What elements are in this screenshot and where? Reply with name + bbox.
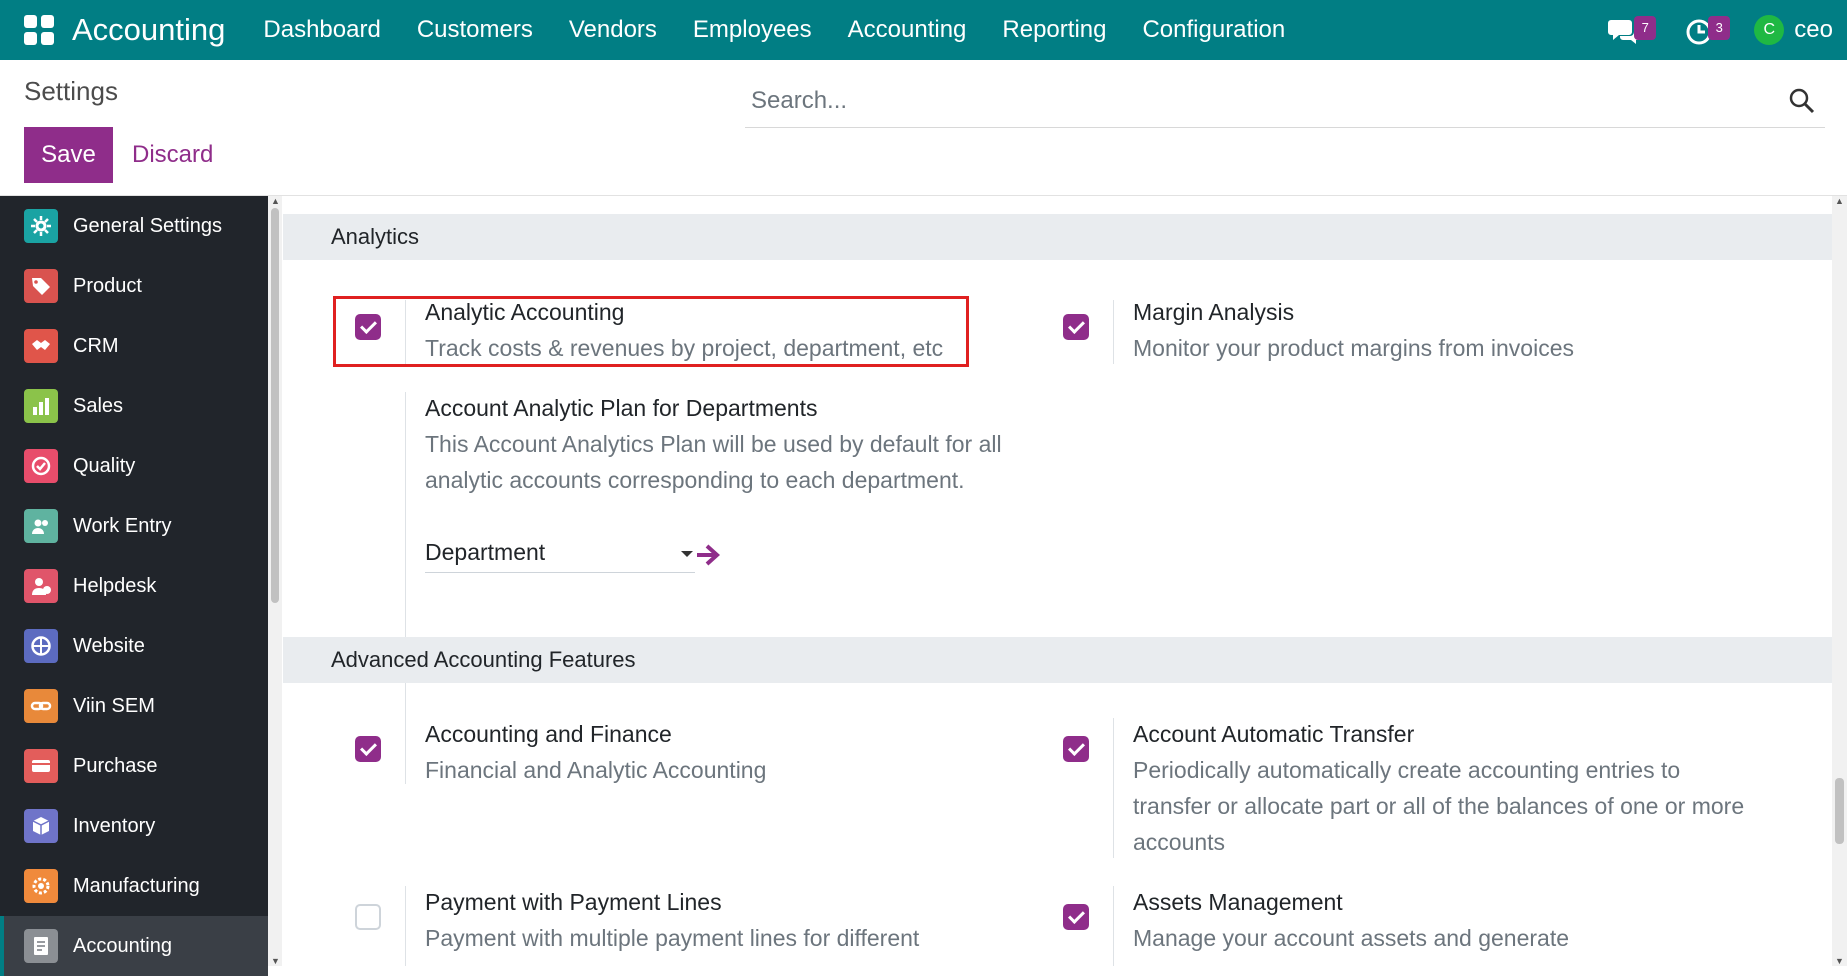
gear-icon: [24, 209, 58, 243]
top-navbar: Accounting Dashboard Customers Vendors E…: [0, 0, 1847, 60]
app-brand[interactable]: Accounting: [72, 12, 225, 48]
auto-transfer-desc: Periodically automatically create accoun…: [1133, 757, 1745, 855]
sidebar-item-accounting[interactable]: Accounting: [0, 916, 268, 976]
sidebar-scrollbar[interactable]: ▲ ▼: [268, 196, 282, 966]
sidebar-item-label: Product: [73, 274, 142, 297]
analytic-accounting-title: Analytic Accounting: [425, 299, 625, 325]
check-badge-icon: [24, 449, 58, 483]
link-icon: [24, 689, 58, 723]
people-icon: [24, 509, 58, 543]
user-name[interactable]: ceo: [1794, 16, 1833, 44]
analytic-accounting-checkbox[interactable]: [355, 314, 381, 340]
accounting-finance-checkbox[interactable]: [355, 736, 381, 762]
messages-button[interactable]: 7: [1606, 10, 1657, 50]
assets-title: Assets Management: [1133, 889, 1343, 915]
box-icon: [24, 809, 58, 843]
sidebar-item-label: CRM: [73, 334, 119, 357]
sidebar-item-label: Work Entry: [73, 514, 172, 537]
section-analytics-title: Analytics: [283, 214, 1832, 260]
nav-customers[interactable]: Customers: [417, 16, 533, 44]
support-icon: [24, 569, 58, 603]
messages-badge: 7: [1634, 16, 1657, 40]
sidebar-item-label: Viin SEM: [73, 694, 155, 717]
sidebar-item-label: Quality: [73, 454, 136, 477]
activities-badge: 3: [1708, 16, 1731, 40]
globe-icon: [24, 629, 58, 663]
settings-sidebar: General Settings Product CRM Sales Quality Wo…: [0, 196, 268, 976]
sidebar-item-label: Helpdesk: [73, 574, 157, 597]
arrow-right-icon[interactable]: [695, 542, 723, 568]
plan-departments-desc: This Account Analytics Plan will be used…: [425, 431, 1002, 493]
nav-configuration[interactable]: Configuration: [1142, 16, 1285, 44]
avatar[interactable]: C: [1754, 15, 1785, 45]
cog-icon: [24, 869, 58, 903]
sidebar-item-label: Manufacturing: [73, 874, 200, 897]
page-title: Settings: [24, 76, 118, 106]
sidebar-item-label: Website: [73, 634, 145, 657]
discard-button[interactable]: Discard: [118, 127, 227, 183]
sidebar-item-helpdesk[interactable]: Helpdesk: [0, 556, 268, 616]
margin-analysis-checkbox[interactable]: [1063, 314, 1089, 340]
sidebar-item-label: Sales: [73, 394, 124, 417]
sidebar-item-work-entry[interactable]: Work Entry: [0, 496, 268, 556]
card-icon: [24, 749, 58, 783]
control-panel: Settings Save Discard: [0, 60, 1847, 196]
nav-reporting[interactable]: Reporting: [1002, 16, 1106, 44]
plan-departments-title: Account Analytic Plan for Departments: [425, 395, 818, 421]
invoice-icon: [24, 929, 58, 963]
activities-button[interactable]: 3: [1680, 10, 1731, 50]
assets-checkbox[interactable]: [1063, 904, 1089, 930]
sidebar-item-general-settings[interactable]: General Settings: [0, 196, 268, 256]
handshake-icon: [24, 329, 58, 363]
sidebar-item-label: Accounting: [73, 934, 172, 957]
assets-desc: Manage your account assets and generate: [1133, 925, 1570, 951]
accounting-finance-desc: Financial and Analytic Accounting: [425, 757, 767, 783]
settings-main: Analytics Analytic Accounting Track cost…: [283, 196, 1832, 966]
sidebar-item-label: Purchase: [73, 754, 158, 777]
auto-transfer-title: Account Automatic Transfer: [1133, 721, 1415, 747]
sidebar-item-quality[interactable]: Quality: [0, 436, 268, 496]
section-advanced-title: Advanced Accounting Features: [283, 637, 1832, 683]
save-button[interactable]: Save: [24, 127, 113, 183]
nav-dashboard[interactable]: Dashboard: [263, 16, 380, 44]
chart-icon: [24, 389, 58, 423]
analytic-accounting-desc: Track costs & revenues by project, depar…: [425, 335, 944, 361]
sidebar-item-inventory[interactable]: Inventory: [0, 796, 268, 856]
sidebar-item-manufacturing[interactable]: Manufacturing: [0, 856, 268, 916]
search-input[interactable]: [745, 74, 1825, 127]
sidebar-item-label: Inventory: [73, 814, 156, 837]
nav-vendors[interactable]: Vendors: [569, 16, 657, 44]
margin-analysis-title: Margin Analysis: [1133, 299, 1295, 325]
sidebar-item-viin-sem[interactable]: Viin SEM: [0, 676, 268, 736]
main-scrollbar[interactable]: ▲ ▼: [1832, 196, 1847, 966]
sidebar-item-label: General Settings: [73, 214, 222, 237]
payment-lines-title: Payment with Payment Lines: [425, 889, 722, 915]
department-plan-value: Department: [425, 539, 546, 565]
auto-transfer-checkbox[interactable]: [1063, 736, 1089, 762]
nav-employees[interactable]: Employees: [693, 16, 812, 44]
search-icon[interactable]: [1787, 86, 1817, 116]
chevron-down-icon: [681, 551, 693, 557]
department-plan-select[interactable]: Department: [425, 539, 695, 573]
sidebar-item-website[interactable]: Website: [0, 616, 268, 676]
nav-accounting[interactable]: Accounting: [848, 16, 967, 44]
tag-icon: [24, 269, 58, 303]
sidebar-item-product[interactable]: Product: [0, 256, 268, 316]
sidebar-item-purchase[interactable]: Purchase: [0, 736, 268, 796]
accounting-finance-title: Accounting and Finance: [425, 721, 672, 747]
search-box: [745, 74, 1825, 128]
payment-lines-desc: Payment with multiple payment lines for …: [425, 925, 920, 951]
margin-analysis-desc: Monitor your product margins from invoic…: [1133, 335, 1574, 361]
apps-menu-icon[interactable]: [24, 15, 54, 45]
sidebar-item-crm[interactable]: CRM: [0, 316, 268, 376]
sidebar-item-sales[interactable]: Sales: [0, 376, 268, 436]
payment-lines-checkbox[interactable]: [355, 904, 381, 930]
